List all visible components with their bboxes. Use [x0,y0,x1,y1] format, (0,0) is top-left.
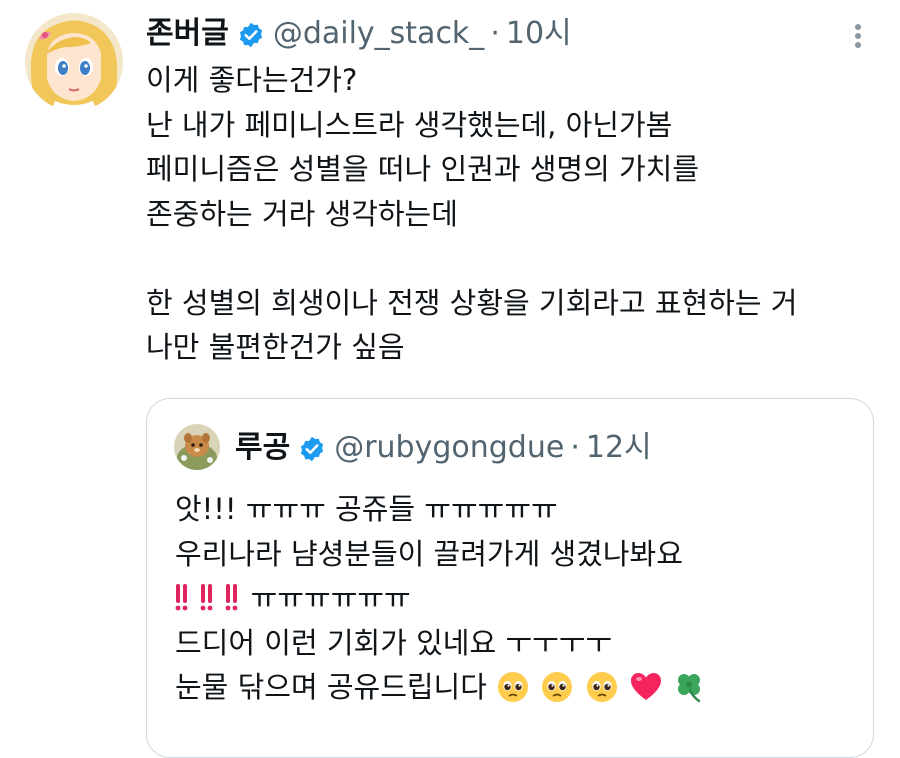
more-options-button[interactable] [838,18,878,58]
tweet-timestamp[interactable]: 10시 [506,14,572,54]
quoted-text-line: 드디어 이런 기회가 있네요 ㅜㅜㅜㅜ [175,625,613,660]
quoted-text-line: 눈물 닦으며 공유드립니다 [175,665,865,710]
separator-dot: · [490,16,500,51]
tweet-header: 존버글 @daily_stack_ · 10시 [146,14,572,54]
author-handle[interactable]: @daily_stack_ [273,14,485,54]
quoted-author-handle[interactable]: @rubygongdue [334,428,564,468]
quoted-text-line: 우리나라 냠셩분들이 끌려가게 생겼나봐요 [175,536,683,571]
verified-badge-icon [237,20,265,48]
quoted-tweet-card[interactable]: 루공 @rubygongdue · 12시 앗!!! ㅠㅠㅠ 공쥬들 ㅠㅠㅠㅠㅠ… [146,398,874,758]
pleading-face-emoji [540,670,584,704]
pleading-face-emoji [496,670,540,704]
verified-badge-icon [298,434,326,462]
quoted-tweet-text: 앗!!! ㅠㅠㅠ 공쥬들 ㅠㅠㅠㅠㅠ 우리나라 냠셩분들이 끌려가게 생겼나봐요… [175,487,865,710]
tweet-text-line: 이게 좋다는건가? [146,63,358,97]
red-heart-emoji [629,670,673,704]
four-leaf-clover-emoji [673,670,708,704]
quoted-text-line: ㅠㅠㅠㅠㅠㅠ [175,576,865,621]
double-exclamation-emoji [200,581,225,615]
tweet-text-line: 한 성별의 희생이나 전쟁 상황을 기회라고 표현하는 거 [146,285,798,320]
double-exclamation-emoji [225,581,250,615]
quoted-author-avatar[interactable] [174,424,220,470]
tweet[interactable]: 존버글 @daily_stack_ · 10시 이게 좋다는건가? 난 내가 페… [0,0,900,758]
tweet-text-line: 나만 불편한건가 싶음 [146,330,405,364]
author-avatar[interactable] [25,13,123,111]
tweet-text-line: 난 내가 페미니스트라 생각했는데, 아닌가봄 [146,107,673,142]
quoted-tweet-header: 루공 @rubygongdue · 12시 [235,428,652,468]
quoted-text-fragment: ㅠㅠㅠㅠㅠㅠ [250,581,411,615]
tweet-text-line: 존중하는 거라 생각하는데 [146,196,458,231]
double-exclamation-emoji [175,581,200,615]
tweet-text: 이게 좋다는건가? 난 내가 페미니스트라 생각했는데, 아닌가봄 페미니즘은 … [146,58,876,370]
pleading-face-emoji [585,670,629,704]
quoted-text-fragment: 눈물 닦으며 공유드립니다 [175,670,487,704]
quoted-author-name[interactable]: 루공 [235,428,290,468]
tweet-text-line [146,236,876,281]
quoted-tweet-timestamp[interactable]: 12시 [586,428,652,468]
separator-dot: · [570,430,580,465]
more-vertical-icon [852,21,864,55]
author-name[interactable]: 존버글 [146,14,229,54]
tweet-text-line: 페미니즘은 성별을 떠나 인권과 생명의 가치를 [146,152,700,186]
quoted-text-line: 앗!!! ㅠㅠㅠ 공쥬들 ㅠㅠㅠㅠㅠ [175,492,558,526]
